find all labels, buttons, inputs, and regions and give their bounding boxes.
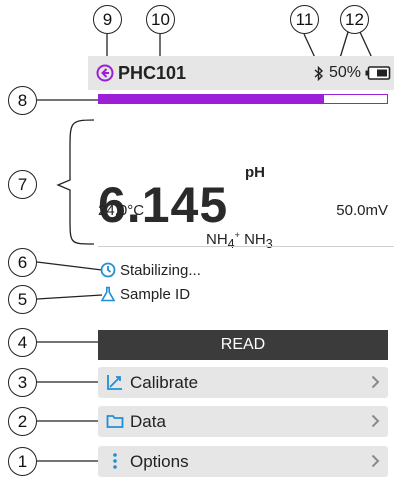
chevron-right-icon <box>371 375 380 394</box>
bluetooth-icon <box>314 65 324 86</box>
sample-id[interactable]: Sample ID <box>120 286 190 303</box>
calibrate-icon <box>106 373 124 396</box>
stability-status: Stabilizing... <box>120 262 201 279</box>
chevron-right-icon <box>371 454 380 473</box>
millivolt-value: 50.0mV <box>336 202 388 219</box>
ion-a-superscript: + <box>234 230 240 240</box>
ion-a-subscript: 4 <box>227 237 235 251</box>
probe-title: PHC101 <box>118 63 187 83</box>
folder-icon <box>106 412 124 435</box>
battery-icon <box>365 66 391 85</box>
ion-b-subscript: 3 <box>265 237 273 251</box>
flask-icon <box>100 286 116 307</box>
calibrate-button[interactable]: Calibrate <box>98 367 388 398</box>
data-label: Data <box>130 412 166 431</box>
battery-percent: 50% <box>329 64 362 81</box>
reading-divider <box>98 246 394 247</box>
back-arrow-circle-icon[interactable] <box>96 64 114 87</box>
temperature-value: 24.0°C <box>98 202 145 219</box>
meter-screen: PHC101 50% 6.145 pH 24.0°C 50.0mV NH4+ N… <box>88 56 394 486</box>
clock-icon <box>100 262 116 283</box>
header-bar: PHC101 50% <box>88 56 394 90</box>
calibrate-label: Calibrate <box>130 373 199 392</box>
data-button[interactable]: Data <box>98 406 388 437</box>
read-button[interactable]: READ <box>98 330 388 360</box>
stability-progress-fill <box>99 95 324 103</box>
read-button-label: READ <box>220 336 266 353</box>
ion-species: NH4+ NH3 <box>206 230 273 251</box>
stability-progress-bar <box>98 94 388 104</box>
options-button[interactable]: Options <box>98 446 388 477</box>
vertical-dots-icon <box>106 452 124 475</box>
chevron-right-icon <box>371 414 380 433</box>
options-label: Options <box>130 452 189 471</box>
reading-unit: pH <box>245 164 265 181</box>
